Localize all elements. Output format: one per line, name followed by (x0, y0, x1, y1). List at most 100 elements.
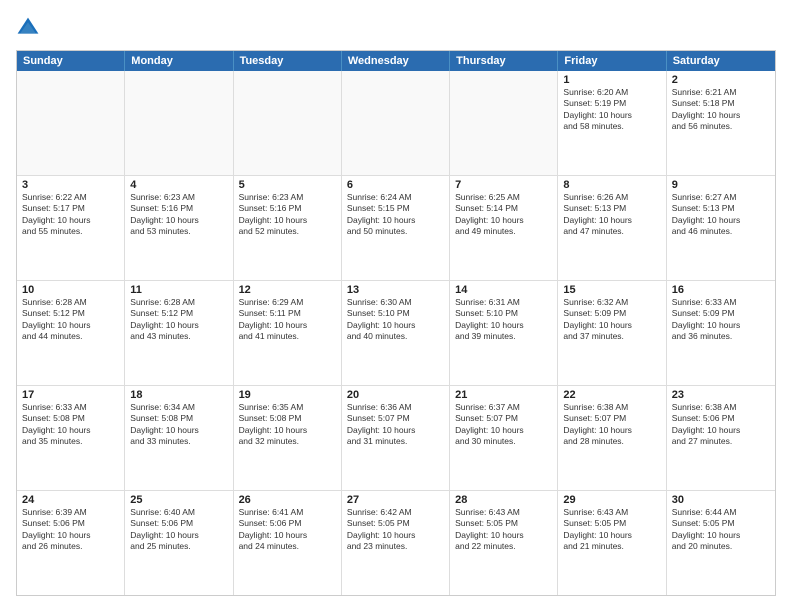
calendar-day-13: 13Sunrise: 6:30 AM Sunset: 5:10 PM Dayli… (342, 281, 450, 385)
day-content: Sunrise: 6:36 AM Sunset: 5:07 PM Dayligh… (347, 402, 444, 448)
day-number: 17 (22, 389, 119, 401)
day-number: 23 (672, 389, 770, 401)
calendar-day-29: 29Sunrise: 6:43 AM Sunset: 5:05 PM Dayli… (558, 491, 666, 595)
day-number: 22 (563, 389, 660, 401)
day-number: 15 (563, 284, 660, 296)
calendar-day-16: 16Sunrise: 6:33 AM Sunset: 5:09 PM Dayli… (667, 281, 775, 385)
day-content: Sunrise: 6:40 AM Sunset: 5:06 PM Dayligh… (130, 507, 227, 553)
day-number: 6 (347, 179, 444, 191)
day-content: Sunrise: 6:24 AM Sunset: 5:15 PM Dayligh… (347, 192, 444, 238)
day-number: 5 (239, 179, 336, 191)
calendar-body: 1Sunrise: 6:20 AM Sunset: 5:19 PM Daylig… (17, 71, 775, 595)
calendar-day-7: 7Sunrise: 6:25 AM Sunset: 5:14 PM Daylig… (450, 176, 558, 280)
calendar-day-25: 25Sunrise: 6:40 AM Sunset: 5:06 PM Dayli… (125, 491, 233, 595)
day-content: Sunrise: 6:28 AM Sunset: 5:12 PM Dayligh… (130, 297, 227, 343)
day-number: 13 (347, 284, 444, 296)
day-content: Sunrise: 6:39 AM Sunset: 5:06 PM Dayligh… (22, 507, 119, 553)
calendar-day-24: 24Sunrise: 6:39 AM Sunset: 5:06 PM Dayli… (17, 491, 125, 595)
calendar-day-15: 15Sunrise: 6:32 AM Sunset: 5:09 PM Dayli… (558, 281, 666, 385)
day-content: Sunrise: 6:38 AM Sunset: 5:07 PM Dayligh… (563, 402, 660, 448)
day-content: Sunrise: 6:31 AM Sunset: 5:10 PM Dayligh… (455, 297, 552, 343)
header-day-thursday: Thursday (450, 51, 558, 71)
logo-icon (16, 16, 40, 40)
day-content: Sunrise: 6:44 AM Sunset: 5:05 PM Dayligh… (672, 507, 770, 553)
calendar-day-20: 20Sunrise: 6:36 AM Sunset: 5:07 PM Dayli… (342, 386, 450, 490)
calendar-week-3: 10 Sunrise: 6:28 AM Sunset: 5:12 PM Dayli… (17, 281, 775, 386)
day-number: 2 (672, 74, 770, 86)
day-content: Sunrise: 6:42 AM Sunset: 5:05 PM Dayligh… (347, 507, 444, 553)
calendar-day-23: 23Sunrise: 6:38 AM Sunset: 5:06 PM Dayli… (667, 386, 775, 490)
day-content: Sunrise: 6:43 AM Sunset: 5:05 PM Dayligh… (563, 507, 660, 553)
calendar-day-4: 4Sunrise: 6:23 AM Sunset: 5:16 PM Daylig… (125, 176, 233, 280)
day-content: Sunrise: 6:20 AM Sunset: 5:19 PM Dayligh… (563, 87, 660, 133)
calendar-week-4: 17Sunrise: 6:33 AM Sunset: 5:08 PM Dayli… (17, 386, 775, 491)
day-number: 7 (455, 179, 552, 191)
day-content: Sunrise: 6:32 AM Sunset: 5:09 PM Dayligh… (563, 297, 660, 343)
day-number: 26 (239, 494, 336, 506)
calendar-empty-cell (125, 71, 233, 175)
day-number: 27 (347, 494, 444, 506)
day-content: Sunrise: 6:29 AM Sunset: 5:11 PM Dayligh… (239, 297, 336, 343)
calendar-day-17: 17Sunrise: 6:33 AM Sunset: 5:08 PM Dayli… (17, 386, 125, 490)
day-number: 20 (347, 389, 444, 401)
calendar-empty-cell (450, 71, 558, 175)
day-number: 10 (22, 284, 119, 296)
day-content: Sunrise: 6:38 AM Sunset: 5:06 PM Dayligh… (672, 402, 770, 448)
day-content: Sunrise: 6:37 AM Sunset: 5:07 PM Dayligh… (455, 402, 552, 448)
calendar-empty-cell (234, 71, 342, 175)
day-content: Sunrise: 6:41 AM Sunset: 5:06 PM Dayligh… (239, 507, 336, 553)
calendar-day-10: 10Sunrise: 6:28 AM Sunset: 5:12 PM Dayli… (17, 281, 125, 385)
calendar-day-9: 9Sunrise: 6:27 AM Sunset: 5:13 PM Daylig… (667, 176, 775, 280)
day-number: 18 (130, 389, 227, 401)
calendar-day-12: 12Sunrise: 6:29 AM Sunset: 5:11 PM Dayli… (234, 281, 342, 385)
day-content: Sunrise: 6:35 AM Sunset: 5:08 PM Dayligh… (239, 402, 336, 448)
logo (16, 16, 44, 40)
day-number: 29 (563, 494, 660, 506)
header-day-saturday: Saturday (667, 51, 775, 71)
calendar-day-21: 21Sunrise: 6:37 AM Sunset: 5:07 PM Dayli… (450, 386, 558, 490)
calendar-day-19: 19Sunrise: 6:35 AM Sunset: 5:08 PM Dayli… (234, 386, 342, 490)
calendar-day-26: 26Sunrise: 6:41 AM Sunset: 5:06 PM Dayli… (234, 491, 342, 595)
day-number: 9 (672, 179, 770, 191)
day-content: Sunrise: 6:21 AM Sunset: 5:18 PM Dayligh… (672, 87, 770, 133)
day-content: Sunrise: 6:26 AM Sunset: 5:13 PM Dayligh… (563, 192, 660, 238)
day-content: Sunrise: 6:30 AM Sunset: 5:10 PM Dayligh… (347, 297, 444, 343)
calendar-week-2: 3Sunrise: 6:22 AM Sunset: 5:17 PM Daylig… (17, 176, 775, 281)
day-content: Sunrise: 6:33 AM Sunset: 5:09 PM Dayligh… (672, 297, 770, 343)
day-number: 16 (672, 284, 770, 296)
day-number: 4 (130, 179, 227, 191)
header-day-sunday: Sunday (17, 51, 125, 71)
calendar-day-14: 14Sunrise: 6:31 AM Sunset: 5:10 PM Dayli… (450, 281, 558, 385)
calendar-day-6: 6Sunrise: 6:24 AM Sunset: 5:15 PM Daylig… (342, 176, 450, 280)
header-day-monday: Monday (125, 51, 233, 71)
day-number: 1 (563, 74, 660, 86)
calendar-day-27: 27Sunrise: 6:42 AM Sunset: 5:05 PM Dayli… (342, 491, 450, 595)
header-day-tuesday: Tuesday (234, 51, 342, 71)
day-content: Sunrise: 6:23 AM Sunset: 5:16 PM Dayligh… (239, 192, 336, 238)
calendar-header: SundayMondayTuesdayWednesdayThursdayFrid… (17, 51, 775, 71)
day-number: 24 (22, 494, 119, 506)
day-number: 3 (22, 179, 119, 191)
calendar-week-1: 1Sunrise: 6:20 AM Sunset: 5:19 PM Daylig… (17, 71, 775, 176)
calendar-day-22: 22Sunrise: 6:38 AM Sunset: 5:07 PM Dayli… (558, 386, 666, 490)
calendar-day-11: 11Sunrise: 6:28 AM Sunset: 5:12 PM Dayli… (125, 281, 233, 385)
day-content: Sunrise: 6:27 AM Sunset: 5:13 PM Dayligh… (672, 192, 770, 238)
day-number: 28 (455, 494, 552, 506)
calendar-week-5: 24Sunrise: 6:39 AM Sunset: 5:06 PM Dayli… (17, 491, 775, 595)
day-number: 14 (455, 284, 552, 296)
page: SundayMondayTuesdayWednesdayThursdayFrid… (0, 0, 792, 612)
day-content: Sunrise: 6:43 AM Sunset: 5:05 PM Dayligh… (455, 507, 552, 553)
calendar-day-2: 2Sunrise: 6:21 AM Sunset: 5:18 PM Daylig… (667, 71, 775, 175)
calendar-day-1: 1Sunrise: 6:20 AM Sunset: 5:19 PM Daylig… (558, 71, 666, 175)
calendar: SundayMondayTuesdayWednesdayThursdayFrid… (16, 50, 776, 596)
calendar-day-18: 18Sunrise: 6:34 AM Sunset: 5:08 PM Dayli… (125, 386, 233, 490)
day-content: Sunrise: 6:34 AM Sunset: 5:08 PM Dayligh… (130, 402, 227, 448)
day-content: Sunrise: 6:22 AM Sunset: 5:17 PM Dayligh… (22, 192, 119, 238)
header-day-wednesday: Wednesday (342, 51, 450, 71)
day-content: Sunrise: 6:23 AM Sunset: 5:16 PM Dayligh… (130, 192, 227, 238)
calendar-empty-cell (342, 71, 450, 175)
day-content: Sunrise: 6:33 AM Sunset: 5:08 PM Dayligh… (22, 402, 119, 448)
day-number: 25 (130, 494, 227, 506)
day-number: 30 (672, 494, 770, 506)
calendar-day-3: 3Sunrise: 6:22 AM Sunset: 5:17 PM Daylig… (17, 176, 125, 280)
